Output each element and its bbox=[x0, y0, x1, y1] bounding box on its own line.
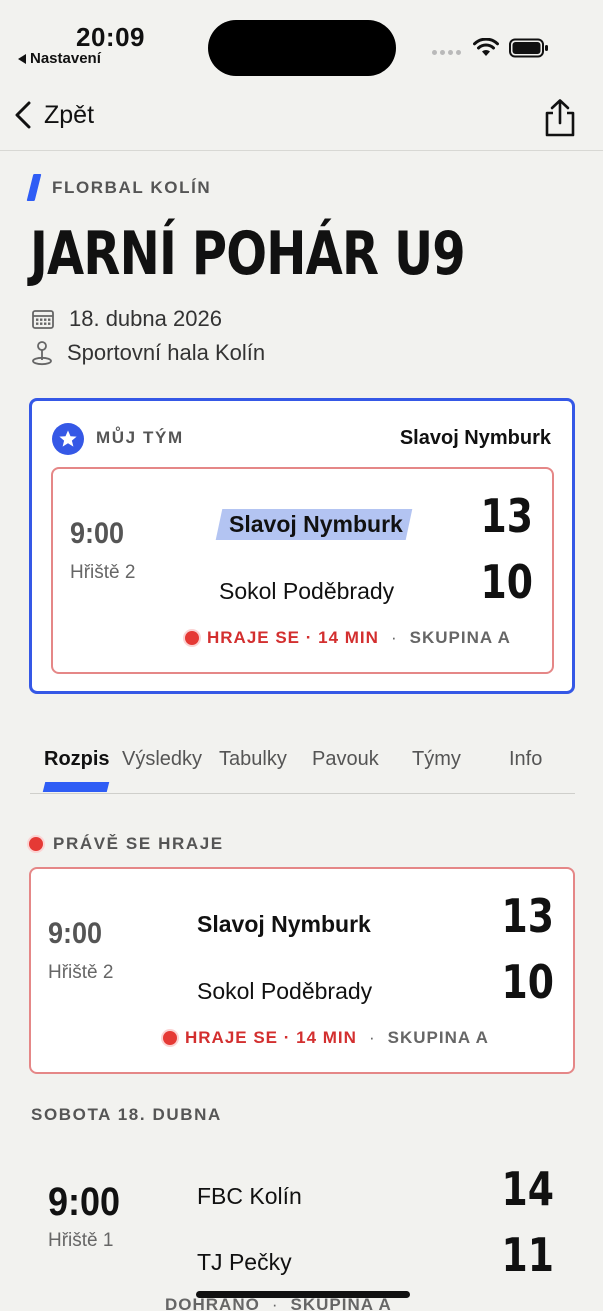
home-team-name: Slavoj Nymburk bbox=[229, 511, 403, 537]
away-team-name: Sokol Poděbrady bbox=[197, 978, 373, 1004]
tab-tabulky[interactable]: Tabulky bbox=[219, 748, 287, 771]
away-score: 10 bbox=[480, 555, 533, 609]
battery-icon bbox=[509, 38, 548, 58]
chevron-left-icon bbox=[15, 101, 31, 129]
match-court: Hřiště 2 bbox=[48, 962, 114, 983]
organizer-row: FLORBAL KOLÍN bbox=[26, 174, 212, 201]
accent-bar bbox=[26, 174, 42, 201]
match-group: SKUPINA A bbox=[409, 628, 511, 647]
calendar-icon bbox=[32, 310, 54, 329]
live-section-title: PRÁVĚ SE HRAJE bbox=[53, 834, 224, 853]
status-back-to-app[interactable]: Nastavení bbox=[18, 50, 101, 67]
nav-divider bbox=[0, 150, 603, 151]
match-time: 9:00 bbox=[70, 517, 125, 550]
home-team: Slavoj Nymburk bbox=[215, 509, 413, 540]
day-section-label: SOBOTA 18. DUBNA bbox=[31, 1105, 222, 1125]
live-dot-icon bbox=[163, 1031, 177, 1045]
home-score: 14 bbox=[501, 1162, 554, 1216]
active-tab-indicator bbox=[42, 782, 110, 792]
match-time: 9:00 bbox=[48, 917, 103, 950]
tab-rozpis[interactable]: Rozpis bbox=[44, 748, 110, 771]
back-button-label: Zpět bbox=[44, 100, 95, 129]
tournament-venue: Sportovní hala Kolín bbox=[67, 340, 266, 365]
tournament-date: 18. dubna 2026 bbox=[69, 306, 222, 331]
away-team-name: TJ Pečky bbox=[197, 1249, 292, 1275]
my-team-label: MŮJ TÝM bbox=[96, 428, 184, 447]
wifi-icon bbox=[473, 38, 499, 56]
match-status: HRAJE SE · 14 MIN · SKUPINA A bbox=[185, 628, 511, 648]
home-score: 13 bbox=[501, 889, 554, 943]
live-status-text: HRAJE SE · 14 MIN bbox=[207, 628, 379, 647]
status-back-app-label: Nastavení bbox=[30, 50, 101, 67]
day-section-title: SOBOTA 18. DUBNA bbox=[31, 1105, 222, 1124]
home-team-name: Slavoj Nymburk bbox=[197, 911, 371, 937]
away-team-name: Sokol Poděbrady bbox=[219, 578, 395, 604]
match-court: Hřiště 2 bbox=[70, 562, 136, 583]
tab-info[interactable]: Info bbox=[509, 748, 542, 771]
cellular-signal-icon bbox=[432, 50, 461, 55]
my-team-name: Slavoj Nymburk bbox=[399, 427, 551, 449]
tab-tymy[interactable]: Týmy bbox=[412, 748, 461, 771]
status-time: 20:09 bbox=[76, 22, 145, 52]
away-score: 11 bbox=[501, 1228, 554, 1282]
match-time: 9:00 bbox=[48, 1180, 121, 1224]
match-court: Hřiště 1 bbox=[48, 1230, 114, 1251]
live-dot-icon bbox=[29, 837, 43, 851]
home-score: 13 bbox=[480, 489, 533, 543]
back-button[interactable]: Zpět bbox=[12, 100, 94, 130]
finished-match-row[interactable]: 9:00 Hřiště 1 FBC Kolín TJ Pečky 14 11 D… bbox=[29, 1150, 575, 1311]
live-status-text: HRAJE SE · 14 MIN bbox=[185, 1028, 357, 1047]
tab-vysledky[interactable]: Výsledky bbox=[122, 748, 202, 771]
live-match-card[interactable]: 9:00 Hřiště 2 Slavoj Nymburk Sokol Poděb… bbox=[29, 867, 575, 1074]
match-status: HRAJE SE · 14 MIN · SKUPINA A bbox=[163, 1028, 489, 1048]
tournament-title: JARNÍ POHÁR U9 bbox=[30, 219, 466, 289]
organizer-name: FLORBAL KOLÍN bbox=[52, 177, 212, 197]
away-score: 10 bbox=[501, 955, 554, 1009]
match-group: SKUPINA A bbox=[387, 1028, 489, 1047]
home-team-name: FBC Kolín bbox=[197, 1183, 302, 1209]
my-team-card[interactable]: MŮJ TÝM Slavoj Nymburk 9:00 Hřiště 2 Sla… bbox=[29, 398, 575, 694]
home-indicator[interactable] bbox=[196, 1291, 410, 1298]
my-team-match-card[interactable]: 9:00 Hřiště 2 Slavoj Nymburk Sokol Poděb… bbox=[51, 467, 554, 674]
status-separator: · bbox=[390, 628, 398, 647]
tab-bar: Rozpis Výsledky Tabulky Pavouk Týmy Info bbox=[30, 744, 575, 794]
dynamic-island bbox=[208, 20, 396, 76]
live-section-label: PRÁVĚ SE HRAJE bbox=[29, 834, 224, 854]
back-triangle-icon bbox=[18, 53, 26, 64]
live-dot-icon bbox=[185, 631, 199, 645]
star-icon bbox=[52, 423, 84, 455]
venue-row: Sportovní hala Kolín bbox=[31, 340, 265, 366]
status-separator: · bbox=[368, 1028, 376, 1047]
date-row: 18. dubna 2026 bbox=[31, 306, 222, 332]
tab-pavouk[interactable]: Pavouk bbox=[312, 748, 379, 771]
share-icon[interactable] bbox=[542, 98, 578, 138]
location-pin-icon bbox=[32, 341, 52, 366]
